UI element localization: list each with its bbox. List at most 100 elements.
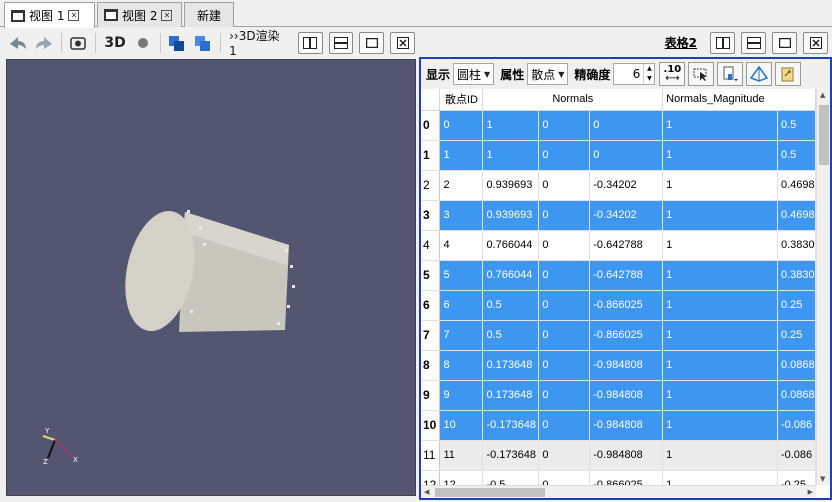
table-cell[interactable]: 0 — [538, 260, 591, 291]
row-header[interactable]: 7 — [421, 320, 441, 351]
table-cell[interactable]: 8 — [439, 350, 484, 381]
table-cell[interactable]: 0 — [538, 230, 591, 261]
table-cell[interactable]: 1 — [662, 170, 778, 201]
table-cell[interactable]: 0.766044 — [482, 230, 540, 261]
table-cell[interactable]: -0.173648 — [482, 410, 540, 441]
table-cell[interactable]: 0 — [538, 290, 591, 321]
row-header[interactable]: 6 — [421, 290, 441, 321]
table-cell[interactable]: -0.642788 — [589, 230, 664, 261]
mode-3d-toggle[interactable]: 3D — [100, 35, 129, 51]
table-cell[interactable]: 1 — [662, 200, 778, 231]
row-header[interactable]: 5 — [421, 260, 441, 291]
table-cell[interactable]: 0.5 — [777, 140, 816, 171]
table-cell[interactable]: 0 — [538, 470, 591, 485]
data-table[interactable]: 散点ID Normals Normals_Magnitude 0 0 1 0 0 1 0.5… — [421, 89, 816, 485]
table-cell[interactable]: 0.4698 — [777, 200, 816, 231]
table-cell[interactable]: 0 — [538, 440, 591, 471]
vertical-scrollbar[interactable]: ▲ ▼ — [816, 89, 830, 485]
row-header[interactable]: 8 — [421, 350, 441, 381]
close-tab-icon[interactable]: ✕ — [68, 10, 80, 21]
table-cell[interactable]: 2 — [439, 170, 484, 201]
table-cell[interactable]: 0.939693 — [482, 200, 540, 231]
row-header[interactable]: 0 — [421, 110, 441, 141]
table-cell[interactable]: 1 — [662, 350, 778, 381]
table-cell[interactable]: 0.173648 — [482, 350, 540, 381]
table-cell[interactable]: -0.984808 — [589, 410, 664, 441]
toggle-columns-button[interactable] — [717, 62, 744, 86]
table-cell[interactable]: 0.5 — [482, 320, 540, 351]
toggle-cell-connectivity-button[interactable] — [746, 62, 773, 86]
table-cell[interactable]: 1 — [482, 110, 540, 141]
table-cell[interactable]: 1 — [662, 410, 778, 441]
table-cell[interactable]: -0.34202 — [589, 170, 664, 201]
table-cell[interactable]: 0.25 — [777, 320, 816, 351]
stepper-arrows-icon[interactable]: ▲ ▼ — [643, 64, 654, 84]
table-cell[interactable]: 0 — [439, 110, 484, 141]
table-cell[interactable]: 1 — [662, 320, 778, 351]
column-header[interactable]: Normals — [482, 89, 664, 111]
tab-new[interactable]: 新建 — [184, 2, 234, 27]
table-cell[interactable]: 0 — [538, 140, 591, 171]
table-cell[interactable]: 6 — [439, 290, 484, 321]
table-row[interactable]: 2 2 0.939693 0 -0.34202 1 0.4698 — [421, 170, 816, 201]
table-cell[interactable]: -0.173648 — [482, 440, 540, 471]
table-cell[interactable]: 0 — [589, 140, 664, 171]
table-cell[interactable]: 1 — [662, 380, 778, 411]
table-cell[interactable]: -0.25 — [777, 470, 816, 485]
close-view-button[interactable] — [390, 31, 415, 54]
table-cell[interactable]: 11 — [439, 440, 484, 471]
close-tab-icon[interactable]: ✕ — [161, 9, 173, 21]
table-cell[interactable]: -0.984808 — [589, 440, 664, 471]
table-row[interactable]: 5 5 0.766044 0 -0.642788 1 0.3830 — [421, 260, 816, 291]
table-cell[interactable]: 0.939693 — [482, 170, 540, 201]
render-mode-button[interactable] — [131, 31, 155, 55]
row-header[interactable]: 9 — [421, 380, 441, 411]
table-cell[interactable]: -0.984808 — [589, 350, 664, 381]
camera-redo-button[interactable] — [32, 31, 56, 55]
table-row[interactable]: 3 3 0.939693 0 -0.34202 1 0.4698 — [421, 200, 816, 231]
table-cell[interactable]: -0.5 — [482, 470, 540, 485]
table-cell[interactable]: 1 — [662, 260, 778, 291]
table-cell[interactable]: 1 — [662, 290, 778, 321]
scroll-down-icon[interactable]: ▼ — [820, 475, 825, 483]
horizontal-scrollbar[interactable]: ◀ ▶ — [421, 485, 816, 498]
scroll-up-icon[interactable]: ▲ — [820, 91, 825, 99]
table-cell[interactable]: 0 — [538, 380, 591, 411]
scroll-left-icon[interactable]: ◀ — [424, 488, 429, 496]
split-horizontal-button[interactable] — [710, 31, 735, 54]
table-row[interactable]: 7 7 0.5 0 -0.866025 1 0.25 — [421, 320, 816, 351]
table-cell[interactable]: -0.34202 — [589, 200, 664, 231]
table-cell[interactable]: 1 — [662, 440, 778, 471]
table-cell[interactable]: 1 — [662, 230, 778, 261]
select-points-button[interactable] — [191, 31, 215, 55]
maximize-button[interactable] — [359, 31, 385, 54]
table-cell[interactable]: 0.173648 — [482, 380, 540, 411]
table-cell[interactable]: -0.984808 — [589, 380, 664, 411]
table-row[interactable]: 10 10 -0.173648 0 -0.984808 1 -0.086 — [421, 410, 816, 441]
table-row[interactable]: 0 0 1 0 0 1 0.5 — [421, 110, 816, 141]
table-row[interactable]: 11 11 -0.173648 0 -0.984808 1 -0.086 — [421, 440, 816, 471]
table-row[interactable]: 9 9 0.173648 0 -0.984808 1 0.0868 — [421, 380, 816, 411]
table-cell[interactable]: 3 — [439, 200, 484, 231]
table-cell[interactable]: 0.3830 — [777, 230, 816, 261]
table-cell[interactable]: 0.5 — [482, 290, 540, 321]
split-vertical-button[interactable] — [328, 31, 354, 54]
row-header[interactable]: 1 — [421, 140, 441, 171]
table-cell[interactable]: 9 — [439, 380, 484, 411]
table-cell[interactable]: 1 — [662, 470, 778, 485]
table-cell[interactable]: -0.642788 — [589, 260, 664, 291]
fixed-notation-button[interactable]: .10 ⟷ — [659, 62, 686, 86]
table-cell[interactable]: 0.25 — [777, 290, 816, 321]
row-header[interactable]: 12 — [421, 470, 441, 485]
table-cell[interactable]: 1 — [662, 110, 778, 141]
close-view-button[interactable] — [803, 31, 828, 54]
table-row[interactable]: 6 6 0.5 0 -0.866025 1 0.25 — [421, 290, 816, 321]
table-cell[interactable]: 1 — [662, 140, 778, 171]
table-cell[interactable]: -0.866025 — [589, 320, 664, 351]
table-cell[interactable]: -0.866025 — [589, 290, 664, 321]
render-view-3d[interactable]: Y Z X — [6, 59, 416, 496]
select-cells-button[interactable] — [166, 31, 190, 55]
tab-view2[interactable]: 视图 2 ✕ — [97, 2, 182, 27]
row-header[interactable]: 10 — [421, 410, 441, 441]
table-row[interactable]: 12 12 -0.5 0 -0.866025 1 -0.25 — [421, 470, 816, 485]
